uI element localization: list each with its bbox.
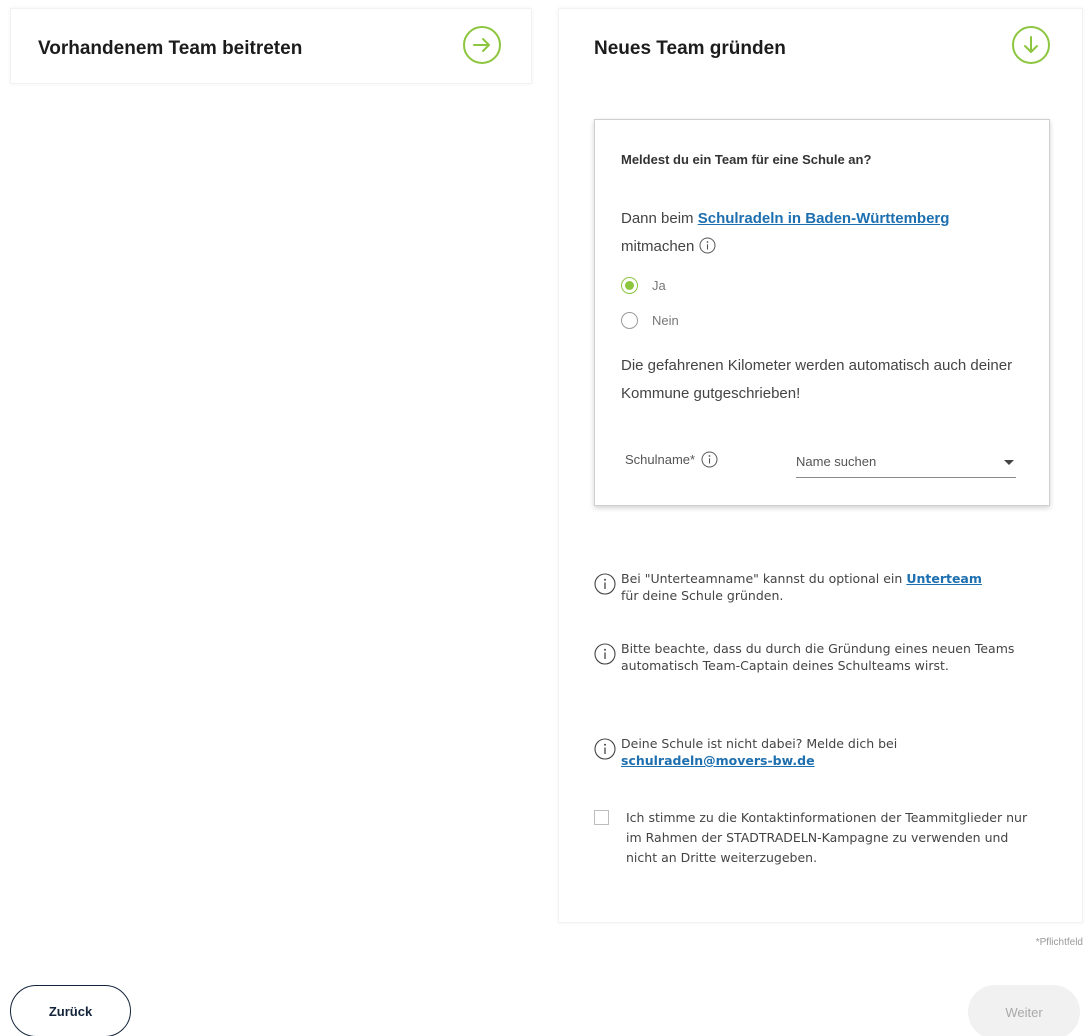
captain-note: Bitte beachte, dass du durch die Gründun…: [594, 640, 1034, 674]
radio-nein[interactable]: Nein: [621, 312, 679, 329]
email-link[interactable]: schulradeln@movers-bw.de: [621, 753, 815, 768]
school-name-label: Schulname*: [625, 451, 718, 468]
join-team-card[interactable]: Vorhandenem Team beitreten: [10, 8, 532, 84]
info-icon[interactable]: [699, 237, 716, 254]
schulradeln-text: Dann beim Schulradeln in Baden-Württembe…: [621, 205, 1021, 261]
subteam-note: Bei "Unterteamname" kannst du optional e…: [594, 570, 1034, 604]
radio-ja-label: Ja: [652, 278, 666, 293]
caret-down-icon: [1004, 460, 1014, 465]
consent-row[interactable]: Ich stimme zu die Kontaktinformationen d…: [594, 808, 1034, 868]
school-question-box: Meldest du ein Team für eine Schule an? …: [594, 119, 1050, 506]
km-info-text: Die gefahrenen Kilometer werden automati…: [621, 357, 1013, 402]
school-name-select[interactable]: Name suchen: [796, 448, 1016, 478]
subteam-link[interactable]: Unterteam: [906, 571, 982, 586]
new-team-card: Neues Team gründen Meldest du ein Team f…: [558, 8, 1083, 923]
next-button[interactable]: Weiter: [968, 985, 1080, 1036]
back-button[interactable]: Zurück: [10, 985, 131, 1036]
info-icon[interactable]: [701, 451, 718, 468]
subteam-note-prefix: Bei "Unterteamname" kannst du optional e…: [621, 571, 903, 586]
school-missing-prefix: Deine Schule ist nicht dabei? Melde dich…: [621, 736, 898, 751]
arrow-right-circle-icon[interactable]: [462, 25, 502, 65]
required-field-note: *Pflichtfeld: [1035, 937, 1083, 948]
dann-suffix: mitmachen: [621, 238, 695, 255]
radio-button[interactable]: [621, 312, 638, 329]
subteam-note-suffix: für deine Schule gründen.: [621, 588, 784, 603]
subteam-note-text: Bei "Unterteamname" kannst du optional e…: [621, 570, 982, 604]
school-question-title: Meldest du ein Team für eine Schule an?: [621, 152, 872, 167]
radio-nein-label: Nein: [652, 313, 679, 328]
consent-checkbox[interactable]: [594, 810, 609, 825]
consent-text: Ich stimme zu die Kontaktinformationen d…: [626, 810, 1028, 865]
dann-prefix: Dann beim: [621, 210, 694, 227]
school-missing-note-text: Deine Schule ist nicht dabei? Melde dich…: [621, 735, 897, 769]
arrow-down-circle-icon[interactable]: [1011, 25, 1051, 65]
school-missing-note: Deine Schule ist nicht dabei? Melde dich…: [594, 735, 1034, 769]
info-icon: [594, 643, 616, 665]
schulradeln-link[interactable]: Schulradeln in Baden-Württemberg: [698, 210, 950, 227]
school-name-label-text: Schulname*: [625, 452, 696, 467]
radio-button-checked[interactable]: [621, 277, 638, 294]
info-icon: [594, 738, 616, 760]
captain-note-text: Bitte beachte, dass du durch die Gründun…: [621, 641, 1015, 673]
join-team-title: Vorhandenem Team beitreten: [38, 38, 303, 59]
new-team-title: Neues Team gründen: [594, 38, 786, 59]
radio-ja[interactable]: Ja: [621, 277, 666, 294]
school-name-placeholder: Name suchen: [796, 454, 877, 469]
info-icon: [594, 573, 616, 595]
